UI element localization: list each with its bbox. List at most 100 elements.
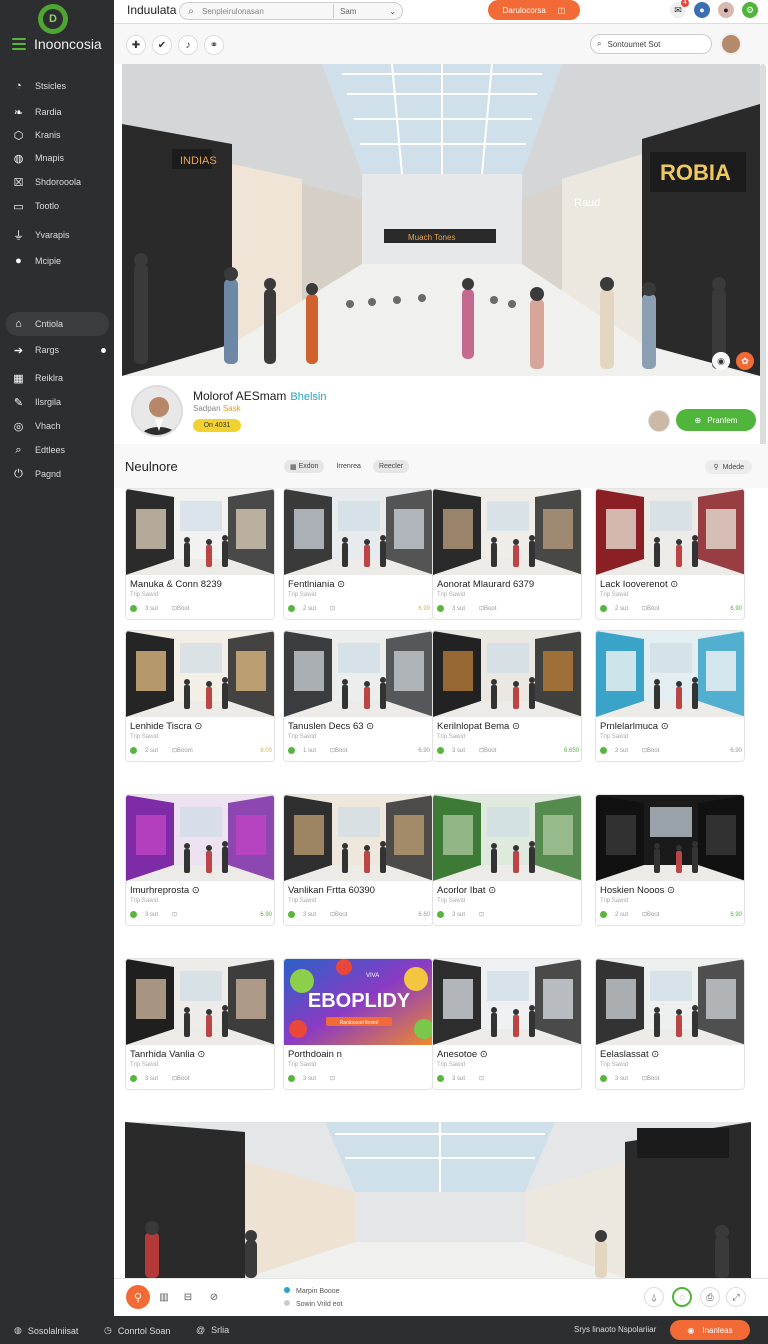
follower-avatar[interactable] [648, 410, 670, 432]
sidebar-item-label: Reiklra [35, 373, 64, 383]
check-icon [288, 1075, 295, 1082]
profile-avatar[interactable]: ● [718, 2, 734, 18]
mall-illustration [125, 1122, 751, 1278]
check-icon [130, 747, 137, 754]
check-icon [600, 747, 607, 754]
user-avatar[interactable]: ● [694, 2, 710, 18]
store-card[interactable]: Kerilnlopat Bema ⊙ Trip Sawid 3 sut ⊡ Boot 6… [432, 630, 582, 762]
tab-label: Exdon [298, 463, 319, 470]
bottom-info: Marpin Boooe Sowin Vrild eot [284, 1285, 342, 1311]
status-item[interactable]: ◍ Sosolalniisat [14, 1325, 78, 1336]
store-card-image [433, 795, 581, 881]
document-icon[interactable]: ⎙ [700, 1287, 720, 1307]
sidebar-item-label: Yvarapis [35, 230, 70, 240]
sidebar-item-tootlo[interactable]: ▭ Tootlo [12, 197, 59, 215]
store-card[interactable]: Acorlor Ibat ⊙ Trip Sawid 3 sut ⊡ [432, 794, 582, 926]
back-icon[interactable]: ✚ [126, 35, 146, 55]
settings-icon[interactable]: ⚙ [742, 2, 758, 18]
store-card[interactable]: Eelaslassat ⊙ Trip Sawid 3 sut ⊡ Boot [595, 958, 745, 1090]
sidebar-item-cntiola[interactable]: ⌂ Cntiola [12, 315, 63, 333]
store-card-title: Prnlelarlmuca ⊙ [600, 721, 669, 732]
sidebar-item-reiklra[interactable]: ▦ Reiklra [12, 369, 63, 387]
store-card[interactable]: Manuka & Conn 8239 Trip Sawid 3 sut ⊡ Boot [125, 488, 275, 620]
follow-button[interactable]: ⊕ Pranfem [676, 409, 756, 431]
meta-label: Boot [177, 605, 190, 612]
globe-icon: ◍ [13, 152, 24, 165]
profile-avatar[interactable] [131, 385, 183, 437]
expand-icon[interactable]: ⤢ [726, 1287, 746, 1307]
store-card[interactable]: Tanrhida Vanlia ⊙ Trip Sawid 3 sut ⊡ Boot [125, 958, 275, 1090]
top-search-bar[interactable]: ⌕ Senpleirulonasan Sam ⌄ [179, 2, 403, 20]
store-card[interactable]: Fentlniania ⊙ Trip Sawid 2 sut ⊡ 6.99 [283, 488, 433, 620]
share-icon[interactable]: ♪ [178, 35, 198, 55]
play-icon[interactable]: ◉ [712, 352, 730, 370]
sidebar-item-kranis[interactable]: ⬡ Kranis [12, 126, 61, 144]
chevron-down-icon: ⌄ [389, 6, 396, 16]
meta-count: 3 sut [452, 911, 466, 918]
search-select[interactable]: Sam ⌄ [334, 7, 402, 16]
store-card[interactable]: Lenhide Tiscra ⊙ Trip Sawid 2 sut ⊡ Boom 8.0… [125, 630, 275, 762]
location-icon[interactable]: ⚲ [126, 1285, 150, 1309]
sidebar-item-stsicles[interactable]: ◔ Stsicles [12, 77, 66, 95]
menu-icon[interactable] [12, 38, 26, 50]
scrollbar[interactable] [760, 64, 766, 474]
store-card-title: Vanlikan Frtta 60390 [288, 885, 375, 896]
primary-cta-button[interactable]: Darulocorsa ◫ [488, 0, 580, 20]
store-card-title: Kerilnlopat Bema ⊙ [437, 721, 520, 732]
tab-reecler[interactable]: Reecler [372, 460, 410, 473]
sidebar-item-mnapis[interactable]: ◍ Mnapis [12, 149, 64, 167]
store-card[interactable]: VIVA EBOPLIDY Ranlorsoel fimrinl Porthdoa… [283, 958, 433, 1090]
store-card-meta: 3 sut ⊡ [288, 1075, 430, 1082]
sidebar-item-label: Kranis [35, 130, 61, 140]
bag-icon: ◫ [557, 5, 566, 15]
sidebar-item-vhach[interactable]: ◎ Vhach [12, 417, 61, 435]
tab-irrenrea[interactable]: Irrenrea [330, 460, 367, 473]
notification-icon[interactable]: ✉ 4 [670, 0, 689, 18]
save-icon[interactable]: ⊟ [180, 1289, 196, 1305]
search-input[interactable]: Senpleirulonasan [202, 7, 333, 16]
avatar[interactable] [720, 33, 742, 55]
lock-icon[interactable]: ⍙ [644, 1287, 664, 1307]
follow-button-label: Pranfem [707, 415, 738, 425]
status-cta-button[interactable]: ◉ Inanleas [670, 1320, 750, 1340]
sidebar-item-ilsrgila[interactable]: ✎ Ilsrgila [12, 393, 61, 411]
store-card-image [433, 959, 581, 1045]
check-icon [600, 911, 607, 918]
store-card-title: Lack Iooverenot ⊙ [600, 579, 679, 590]
store-card[interactable]: Imurhreprosta ⊙ Trip Sawid 3 sut ⊡ 6.90 [125, 794, 275, 926]
store-card[interactable]: Aonorat Mlaurard 6379 Trip Sawid 3 sut ⊡ Bo… [432, 488, 582, 620]
check-icon [437, 747, 444, 754]
link-icon[interactable]: ⚭ [204, 35, 224, 55]
store-card[interactable]: Lack Iooverenot ⊙ Trip Sawid 2 sut ⊡ Boot 6.… [595, 488, 745, 620]
bell-icon[interactable]: ✔ [152, 35, 172, 55]
compass-icon[interactable]: ⊘ [206, 1289, 222, 1305]
favorite-icon[interactable]: ✿ [736, 352, 754, 370]
sidebar-item-rargs[interactable]: ➔ Rargs [12, 341, 59, 359]
store-card[interactable]: Tanuslen Decs 63 ⊙ Trip Sawid 1 sut ⊡ Boot 6… [283, 630, 433, 762]
store-card[interactable]: Prnlelarlmuca ⊙ Trip Sawid 2 sut ⊡ Boot 6.90 [595, 630, 745, 762]
refresh-icon[interactable]: ◌ [672, 1287, 692, 1307]
store-card[interactable]: Anesotoe ⊙ Trip Sawid 3 sut ⊡ [432, 958, 582, 1090]
logo-icon[interactable]: D [38, 4, 68, 34]
sidebar-item-yvarapis[interactable]: ⏚ Yvarapis [12, 226, 70, 244]
hero-search[interactable]: ⌕ Sontoumet Sot [590, 34, 712, 54]
search-icon: ⌕ [597, 39, 602, 48]
filter-button[interactable]: ⚲ Mdede [705, 460, 752, 474]
store-card[interactable]: Vanlikan Frtta 60390 Trip Sawid 3 sut ⊡ Boo… [283, 794, 433, 926]
calendar-icon[interactable]: ▥ [156, 1289, 172, 1305]
sidebar-item-shdorooola[interactable]: ☒ Shdorooola [12, 173, 81, 191]
store-card-meta: 2 sut ⊡ 6.99 [288, 605, 430, 612]
store-card-subtitle: Trip Sawid [288, 898, 317, 904]
sidebar-item-mcipie[interactable]: ● Mcipie [12, 252, 61, 270]
status-item[interactable]: @ Srlia [196, 1325, 229, 1335]
sidebar-item-pagnd[interactable]: ⏻ Pagnd [12, 465, 61, 483]
sidebar-item-edtlees[interactable]: ⌕ Edtlees [12, 441, 65, 459]
sidebar-item-rardia[interactable]: ❧ Rardia [12, 103, 62, 121]
profile-tag[interactable]: Bhelsin [290, 391, 326, 403]
tab-exdon[interactable]: ▦ Exdon [284, 460, 325, 473]
store-card-price: 6.90 [730, 605, 742, 612]
status-item[interactable]: ◷ Conrtol Soan [104, 1325, 170, 1336]
profile-name-row: Molorof AESmam Bhelsin [193, 389, 326, 403]
status-dot [284, 1300, 290, 1306]
store-card[interactable]: Hoskien Nooos ⊙ Trip Sawid 2 sut ⊡ Boot 6.90 [595, 794, 745, 926]
